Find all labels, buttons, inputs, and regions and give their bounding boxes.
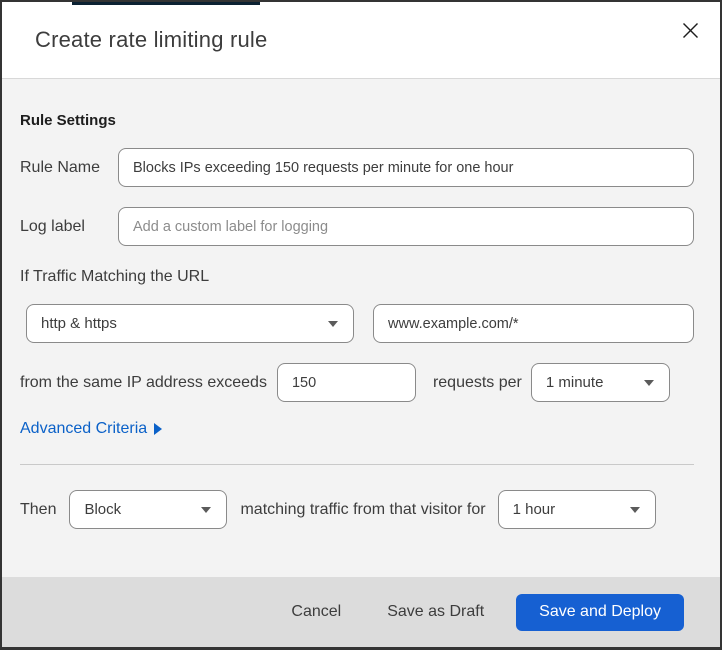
threshold-suffix-text: requests per [432, 373, 522, 391]
section-divider [20, 464, 694, 465]
advanced-criteria-link[interactable]: Advanced Criteria [20, 420, 163, 438]
rule-name-label: Rule Name [20, 158, 101, 176]
duration-select[interactable]: 1 hour [497, 490, 656, 529]
threshold-row: from the same IP address exceeds request… [20, 363, 694, 402]
chevron-down-icon [629, 506, 640, 513]
background-page-sliver [72, 2, 260, 5]
chevron-down-icon [643, 379, 654, 386]
duration-select-value: 1 hour [512, 501, 556, 518]
close-button[interactable] [678, 18, 702, 42]
chevron-down-icon [328, 320, 338, 327]
log-label-row: Log label [20, 207, 694, 246]
action-select-value: Block [84, 501, 122, 518]
action-select[interactable]: Block [69, 490, 228, 529]
url-pattern-input[interactable] [373, 304, 694, 343]
period-select-value: 1 minute [545, 374, 604, 391]
scheme-url-row: http & https [20, 304, 694, 343]
then-label: Then [20, 500, 57, 518]
action-row: Then Block matching traffic from that vi… [20, 490, 694, 529]
dialog-title: Create rate limiting rule [35, 27, 268, 52]
dialog-header: Create rate limiting rule [2, 2, 720, 79]
request-threshold-input[interactable] [276, 363, 416, 402]
chevron-down-icon [201, 506, 212, 513]
log-label-label: Log label [20, 217, 85, 235]
scheme-select-value: http & https [41, 315, 117, 332]
save-as-draft-button[interactable]: Save as Draft [371, 595, 500, 629]
dialog-body: Rule Settings Rule Name Log label If Tra… [2, 79, 720, 577]
action-middle-text: matching traffic from that visitor for [240, 500, 486, 518]
save-and-deploy-button[interactable]: Save and Deploy [516, 593, 684, 631]
log-label-input[interactable] [118, 207, 694, 246]
dialog-footer: Cancel Save as Draft Save and Deploy [2, 577, 720, 647]
rule-settings-heading: Rule Settings [20, 112, 116, 129]
threshold-prefix-text: from the same IP address exceeds [20, 373, 267, 391]
cancel-button[interactable]: Cancel [275, 595, 357, 629]
rule-name-row: Rule Name [20, 148, 694, 187]
traffic-match-intro: If Traffic Matching the URL [20, 268, 210, 285]
period-select[interactable]: 1 minute [530, 363, 670, 402]
close-icon [682, 22, 699, 39]
create-rate-limiting-rule-dialog: Create rate limiting rule Rule Settings … [0, 0, 722, 650]
expand-right-icon [154, 423, 163, 435]
scheme-select[interactable]: http & https [26, 304, 354, 343]
advanced-criteria-label: Advanced Criteria [20, 420, 148, 437]
rule-name-input[interactable] [118, 148, 694, 187]
